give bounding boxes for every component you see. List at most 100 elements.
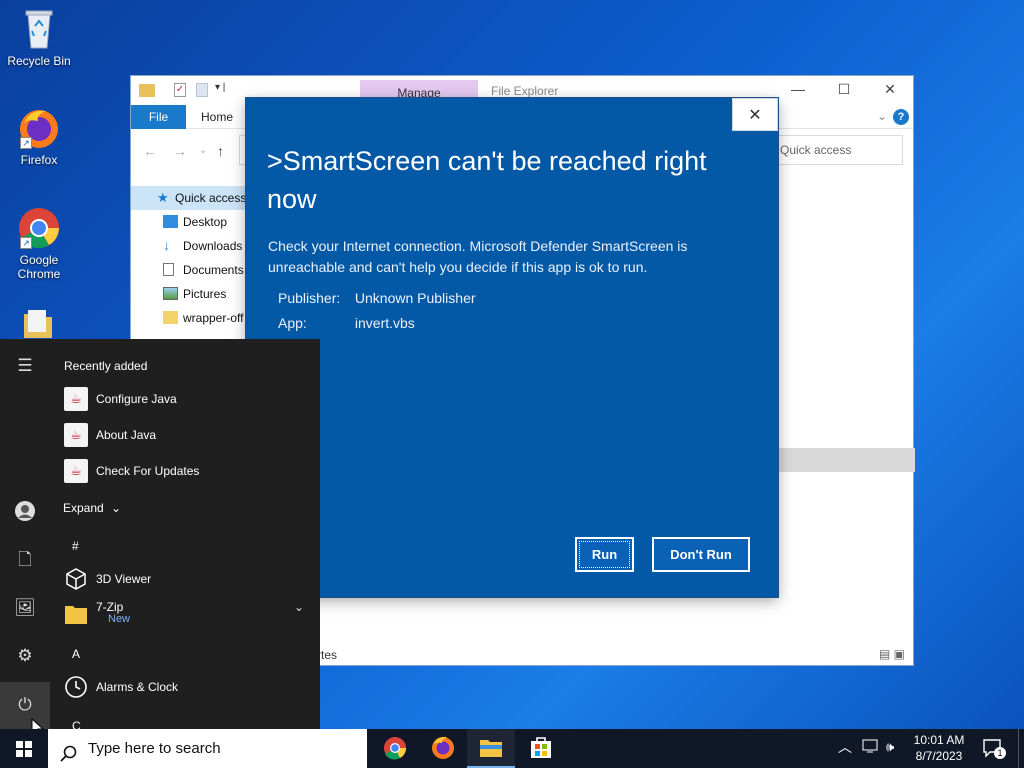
show-desktop-button[interactable] <box>1018 729 1024 768</box>
documents-icon <box>163 263 174 276</box>
app-label: Configure Java <box>96 392 177 406</box>
customize-toolbar-icon[interactable]: ▾ | <box>215 82 225 93</box>
user-avatar-icon[interactable] <box>13 500 37 524</box>
chevron-down-icon[interactable]: ⌄ <box>294 595 304 619</box>
settings-gear-icon[interactable]: ⚙ <box>13 644 37 668</box>
nav-item-label: Pictures <box>183 287 227 301</box>
back-arrow-icon[interactable]: ← <box>143 143 157 159</box>
nav-item-label: Downloads <box>183 239 243 253</box>
new-folder-icon[interactable] <box>196 83 208 97</box>
cube-icon <box>64 567 88 591</box>
window-title: File Explorer <box>491 84 559 98</box>
search-placeholder: Type here to search <box>88 740 221 757</box>
desktop-icon-google-chrome[interactable]: ↗ Google Chrome <box>1 205 77 281</box>
hamburger-menu-icon[interactable]: ☰ <box>13 354 37 378</box>
maximize-button[interactable]: ☐ <box>821 76 867 103</box>
start-menu: ☰ 🗋 🖼 ⚙ ⏻ Recently added ☕ Configure Jav… <box>0 339 320 733</box>
close-button[interactable]: ✕ <box>867 76 913 103</box>
app-configure-java[interactable]: ☕ Configure Java <box>62 383 312 415</box>
nav-item-downloads[interactable]: ↓ Downloads <box>131 234 246 258</box>
smartscreen-dialog: ✕ >SmartScreen can't be reached right no… <box>246 98 778 597</box>
start-rail: ☰ 🗋 🖼 ⚙ ⏻ <box>0 339 50 729</box>
app-3d-viewer[interactable]: 3D Viewer <box>62 563 312 595</box>
desktop-folder-icon <box>163 215 178 228</box>
close-icon[interactable]: ✕ <box>732 98 778 131</box>
publisher-value: Unknown Publisher <box>354 290 476 306</box>
app-label: Check For Updates <box>96 464 200 478</box>
up-arrow-icon[interactable]: ↑ <box>217 143 224 159</box>
java-icon: ☕ <box>64 387 88 411</box>
new-badge: New <box>108 613 131 625</box>
publisher-label: Publisher: <box>278 290 341 306</box>
dialog-message: Check your Internet connection. Microsof… <box>268 238 688 275</box>
app-value: invert.vbs <box>354 315 415 331</box>
chrome-icon <box>384 737 407 760</box>
app-label: 3D Viewer <box>96 572 152 586</box>
shortcut-arrow-icon: ↗ <box>20 137 32 149</box>
clock-icon <box>64 675 88 699</box>
clock-time: 10:01 AM <box>913 733 965 747</box>
app-about-java[interactable]: ☕ About Java <box>62 419 312 451</box>
run-button[interactable]: Run <box>575 537 634 572</box>
desktop-folder-icon[interactable] <box>22 308 54 338</box>
nav-item-wrapper-off[interactable]: wrapper-off <box>131 306 246 330</box>
taskbar-microsoft-store[interactable] <box>517 729 565 768</box>
clock[interactable]: 10:01 AM 8/7/2023 <box>906 732 972 764</box>
file-explorer-icon <box>480 740 502 757</box>
pictures-icon <box>163 287 178 300</box>
app-label: 7-Zip <box>96 600 124 614</box>
taskbar-search-input[interactable]: Type here to search <box>48 729 367 768</box>
clock-date: 8/7/2023 <box>915 749 963 763</box>
section-header-hash[interactable]: # <box>72 539 79 553</box>
app-alarms-clock[interactable]: Alarms & Clock <box>62 671 312 703</box>
publisher-row: Publisher: Unknown Publisher <box>278 290 476 306</box>
dont-run-button[interactable]: Don't Run <box>652 537 750 572</box>
taskbar-firefox[interactable] <box>419 729 467 768</box>
taskbar: Type here to search ︿ 🕪 10:01 AM 8/7/202… <box>0 729 1024 768</box>
nav-item-label: Quick access <box>175 191 246 205</box>
recently-added-header: Recently added <box>64 359 148 373</box>
firefox-icon: ↗ <box>16 105 62 151</box>
desktop-icon-recycle-bin[interactable]: Recycle Bin <box>1 6 77 68</box>
star-icon: ★ <box>157 190 169 205</box>
column-header-band <box>778 448 915 472</box>
search-input[interactable]: Quick access <box>773 135 903 165</box>
help-icon[interactable]: ? <box>893 109 909 125</box>
java-icon: ☕ <box>64 423 88 447</box>
taskbar-file-explorer[interactable] <box>467 729 515 768</box>
app-label: About Java <box>96 428 157 442</box>
volume-icon[interactable]: 🕪 <box>886 739 894 768</box>
documents-icon[interactable]: 🗋 <box>13 548 37 572</box>
tab-file[interactable]: File <box>131 105 186 129</box>
app-check-for-updates[interactable]: ☕ Check For Updates <box>62 455 312 487</box>
nav-item-pictures[interactable]: Pictures <box>131 282 246 306</box>
recycle-bin-icon <box>16 6 62 52</box>
section-header-a[interactable]: A <box>72 647 80 661</box>
app-row: App: invert.vbs <box>278 315 415 331</box>
nav-item-documents[interactable]: Documents <box>131 258 246 282</box>
tab-home[interactable]: Home <box>201 110 233 124</box>
power-icon[interactable]: ⏻ <box>13 693 37 717</box>
app-7zip[interactable]: 7-Zip New ⌄ <box>62 595 312 635</box>
action-center-icon[interactable]: 1 <box>982 737 1006 759</box>
properties-icon[interactable]: ✓ <box>174 83 186 97</box>
network-icon[interactable] <box>862 738 880 768</box>
pictures-icon[interactable]: 🖼 <box>13 596 37 620</box>
nav-item-desktop[interactable]: Desktop <box>131 210 246 234</box>
desktop-icon-firefox[interactable]: ↗ Firefox <box>1 105 77 167</box>
view-toggle-icons[interactable]: ▤ ▣ <box>879 647 905 661</box>
app-label: App: <box>278 315 307 331</box>
taskbar-chrome[interactable] <box>371 729 419 768</box>
nav-item-quick-access[interactable]: ★ Quick access <box>131 186 246 210</box>
folder-icon <box>139 84 155 97</box>
show-hidden-icons-chevron[interactable]: ︿ <box>838 737 852 768</box>
status-bar-text: rtes <box>317 648 338 662</box>
forward-arrow-icon[interactable]: → <box>173 143 187 159</box>
nav-item-label: Desktop <box>183 215 228 229</box>
dialog-title: >SmartScreen can't be reached right now <box>267 146 707 214</box>
recent-locations-icon[interactable]: ⌄ <box>199 145 207 156</box>
start-button[interactable] <box>0 729 48 768</box>
chevron-down-icon[interactable]: ⌄ <box>877 109 887 123</box>
expand-button[interactable]: Expand ⌄ <box>63 501 121 515</box>
minimize-button[interactable]: — <box>775 76 821 103</box>
